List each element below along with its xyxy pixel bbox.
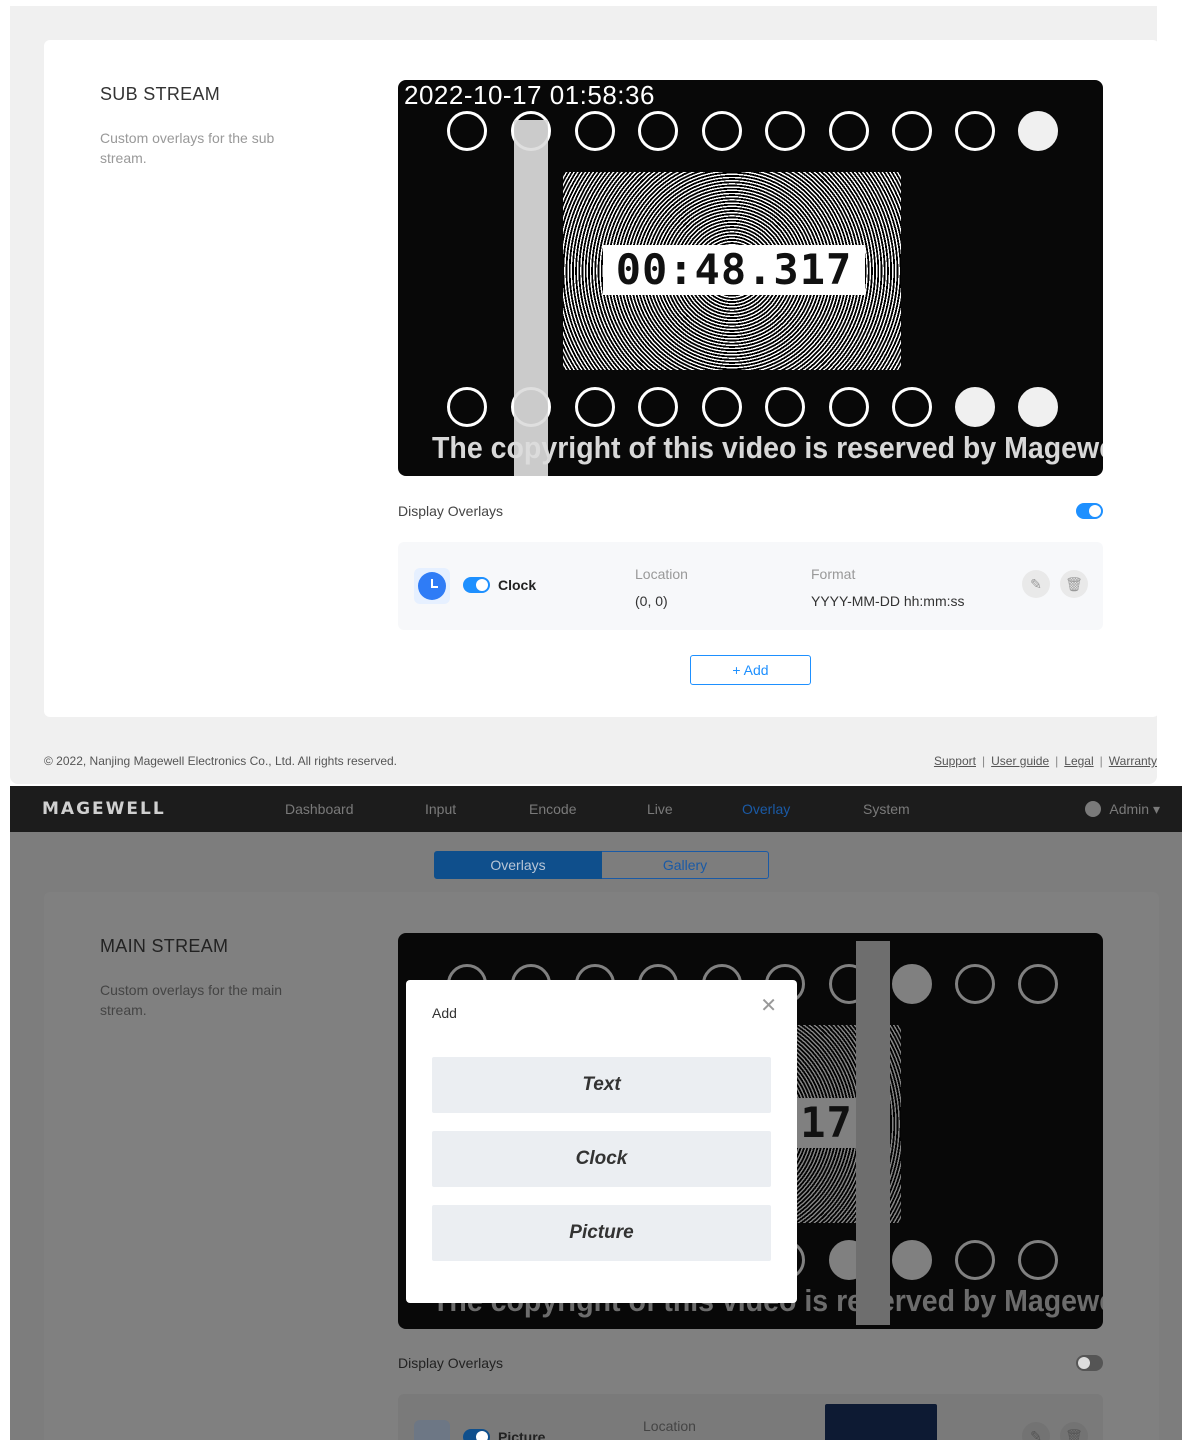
format-value: YYYY-MM-DD hh:mm:ss: [811, 593, 965, 609]
nav-overlay[interactable]: Overlay: [742, 801, 790, 817]
dialog-title: Add: [432, 1005, 457, 1021]
add-overlay-dialog: Add ✕ Text Clock Picture: [406, 980, 797, 1303]
overlay-name: Clock: [498, 577, 537, 593]
moving-bar: [856, 941, 890, 1325]
pattern-dot: [955, 387, 995, 427]
pattern-dot: [638, 111, 678, 151]
sub-stream-screen: SUB STREAM Custom overlays for the sub s…: [10, 6, 1157, 784]
pattern-dot: [447, 111, 487, 151]
edit-icon[interactable]: ✎: [1022, 1422, 1050, 1440]
main-stream-screen: MAGEWELL Dashboard Input Encode Live Ove…: [10, 786, 1182, 1440]
moving-bar: [514, 120, 548, 476]
section-description: Custom overlays for the sub stream.: [100, 130, 275, 166]
pattern-dot: [765, 111, 805, 151]
pattern-dot: [1018, 111, 1058, 151]
user-icon: [1085, 801, 1102, 817]
footer-links: Support | User guide | Legal | Warranty: [933, 754, 1157, 768]
add-overlay-button[interactable]: + Add: [690, 655, 811, 685]
top-navbar: MAGEWELL Dashboard Input Encode Live Ove…: [10, 786, 1182, 832]
pattern-dot: [892, 387, 932, 427]
location-label: Location: [643, 1418, 696, 1434]
pattern-dot: [1018, 387, 1058, 427]
nav-input[interactable]: Input: [425, 801, 456, 817]
preview-timer: 00:48.317: [603, 245, 865, 295]
nav-encode[interactable]: Encode: [529, 801, 576, 817]
display-overlays-toggle[interactable]: [1076, 1355, 1103, 1371]
user-menu[interactable]: Admin ▾: [1085, 801, 1160, 818]
pattern-dot: [892, 111, 932, 151]
sub-stream-preview: 00:48.317 The copyright of this video is…: [398, 80, 1103, 476]
pattern-dot: [955, 1240, 995, 1280]
pattern-dot: [955, 964, 995, 1004]
display-overlays-label: Display Overlays: [398, 503, 504, 519]
nav-system[interactable]: System: [863, 801, 910, 817]
display-overlays-label: Display Overlays: [398, 1355, 504, 1371]
picture-icon: [414, 1420, 450, 1440]
tab-gallery[interactable]: Gallery: [602, 851, 769, 879]
pattern-dot: [447, 387, 487, 427]
user-name: Admin: [1109, 801, 1150, 817]
pattern-dot: [1018, 964, 1058, 1004]
user-guide-link[interactable]: User guide: [991, 754, 1049, 768]
pattern-dot: [702, 387, 742, 427]
pattern-dot: [829, 387, 869, 427]
section-title: MAIN STREAM: [100, 936, 229, 956]
overlay-name: Picture: [498, 1429, 546, 1440]
sub-stream-card: SUB STREAM Custom overlays for the sub s…: [44, 40, 1157, 717]
pattern-dot: [638, 387, 678, 427]
picture-thumbnail: [825, 1404, 937, 1440]
magewell-logo[interactable]: MAGEWELL: [42, 799, 166, 819]
add-text-option[interactable]: Text: [432, 1057, 771, 1113]
pattern-dot: [765, 387, 805, 427]
section-title: SUB STREAM: [100, 84, 221, 104]
warranty-link[interactable]: Warranty: [1109, 754, 1157, 768]
add-clock-option[interactable]: Clock: [432, 1131, 771, 1187]
tab-overlays[interactable]: Overlays: [434, 851, 602, 879]
add-picture-option[interactable]: Picture: [432, 1205, 771, 1261]
nav-dashboard[interactable]: Dashboard: [285, 801, 354, 817]
pattern-dot: [829, 111, 869, 151]
legal-link[interactable]: Legal: [1064, 754, 1093, 768]
overlay-row-picture: Picture Location ✎ 🗑: [398, 1394, 1103, 1440]
clock-icon: [414, 568, 450, 604]
delete-icon[interactable]: 🗑: [1060, 1422, 1088, 1440]
overlay-row-clock: Clock Location (0, 0) Format YYYY-MM-DD …: [398, 542, 1103, 630]
clock-overlay-text: 2022-10-17 01:58:36: [404, 80, 655, 110]
footer-copyright: © 2022, Nanjing Magewell Electronics Co.…: [44, 754, 398, 768]
display-overlays-toggle[interactable]: [1076, 503, 1103, 519]
location-label: Location: [635, 566, 688, 582]
pattern-dot: [955, 111, 995, 151]
edit-icon[interactable]: ✎: [1022, 570, 1050, 598]
location-value: (0, 0): [635, 593, 668, 609]
support-link[interactable]: Support: [934, 754, 976, 768]
delete-icon[interactable]: 🗑: [1060, 570, 1088, 598]
close-icon[interactable]: ✕: [760, 996, 777, 1016]
overlay-enable-toggle[interactable]: [463, 577, 490, 593]
format-label: Format: [811, 566, 856, 582]
overlay-enable-toggle[interactable]: [463, 1429, 490, 1440]
pattern-dot: [892, 1240, 932, 1280]
pattern-dot: [702, 111, 742, 151]
pattern-dot: [1018, 1240, 1058, 1280]
pattern-dot: [575, 111, 615, 151]
section-description: Custom overlays for the main stream.: [100, 982, 283, 1018]
nav-live[interactable]: Live: [647, 801, 673, 817]
preview-timer: 17: [788, 1098, 865, 1148]
pattern-dot: [575, 387, 615, 427]
pattern-dot: [892, 964, 932, 1004]
